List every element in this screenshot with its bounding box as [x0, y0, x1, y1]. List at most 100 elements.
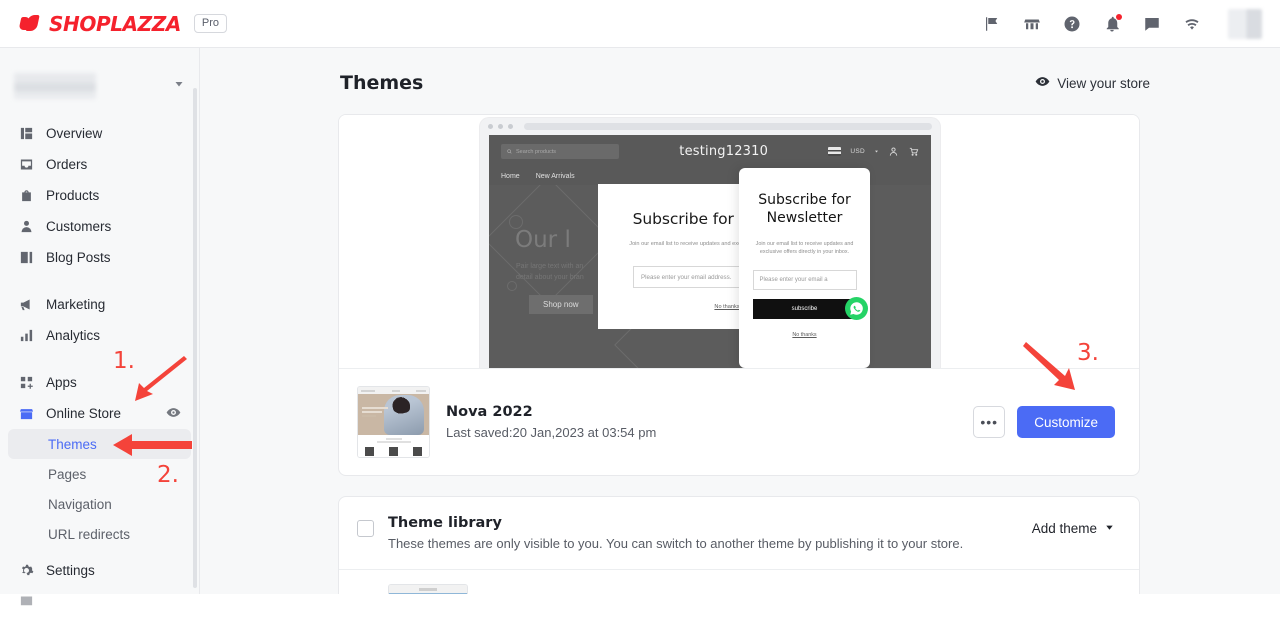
- theme-library-text: Theme library These themes are only visi…: [388, 515, 963, 551]
- sidebar-item-blog-posts[interactable]: Blog Posts: [8, 242, 191, 273]
- current-theme-row: Nova 2022 Last saved:20 Jan,2023 at 03:5…: [339, 368, 1139, 475]
- pro-badge: Pro: [193, 14, 228, 33]
- sidebar-item-apps[interactable]: Apps: [8, 367, 191, 398]
- sidebar-item-label: Customers: [46, 219, 112, 234]
- sidebar-item-label: Online Store: [46, 406, 122, 421]
- top-icon-group: [982, 8, 1280, 39]
- store-selector[interactable]: [14, 64, 185, 108]
- cart-flag-icon[interactable]: [982, 14, 1002, 34]
- storefront-header-right: USD: [828, 146, 919, 157]
- theme-row-actions: ••• Customize: [973, 406, 1115, 438]
- newsletter-subscribe-button-mobile: subscribe: [752, 297, 868, 320]
- sidebar-item-navigation[interactable]: Navigation: [8, 489, 191, 519]
- add-theme-label: Add theme: [1031, 521, 1097, 536]
- theme-thumbnail: [357, 386, 430, 458]
- storefront-search: Search products: [501, 144, 619, 159]
- hero-shop-now-button: Shop now: [529, 295, 593, 314]
- browser-chrome-bar: [480, 118, 940, 135]
- sidebar-item-label: Orders: [46, 157, 88, 172]
- sidebar-item-products[interactable]: Products: [8, 180, 191, 211]
- theme-library-header: Theme library These themes are only visi…: [339, 497, 1139, 569]
- hero-subtext-line1: Pair large text with an: [516, 263, 584, 270]
- sidebar-item-themes[interactable]: Themes: [8, 429, 191, 459]
- annotation-label-1: 1.: [113, 348, 135, 374]
- preview-eye-icon[interactable]: [166, 405, 181, 423]
- sidebar-item-marketing[interactable]: Marketing: [8, 289, 191, 320]
- wifi-icon[interactable]: [1182, 14, 1202, 34]
- brand-logo[interactable]: SHOPLAZZA Pro: [0, 11, 228, 36]
- nav-divider-gap: [8, 273, 191, 289]
- sidebar-scrollbar[interactable]: [193, 88, 197, 588]
- view-store-label: View your store: [1057, 75, 1150, 91]
- currency-label: USD: [850, 148, 865, 155]
- theme-library-row: Gossip Girl ••• Publish Customize: [339, 569, 1139, 594]
- thumb-header: [389, 585, 467, 593]
- sidebar-item-partial[interactable]: [8, 586, 191, 617]
- partial-icon: [18, 594, 34, 610]
- newsletter-email-input-mobile: Please enter your email a: [752, 270, 857, 290]
- newsletter-subtitle-line1: Join our email list to receive updates a…: [755, 241, 854, 247]
- sidebar-item-url-redirects[interactable]: URL redirects: [8, 519, 191, 549]
- store-icon[interactable]: [1022, 14, 1042, 34]
- megaphone-icon: [18, 297, 34, 313]
- cart-icon: [909, 147, 919, 156]
- sidebar-item-overview[interactable]: Overview: [8, 118, 191, 149]
- theme-name: Nova 2022: [446, 404, 533, 420]
- gear-icon: [18, 563, 34, 579]
- browser-dot-icon: [488, 124, 493, 129]
- logo-text: SHOPLAZZA: [49, 11, 181, 36]
- annotation-label-3: 3.: [1077, 340, 1099, 366]
- storefront-search-placeholder: Search products: [516, 148, 557, 155]
- bag-icon: [18, 188, 34, 204]
- sidebar-item-label: Marketing: [46, 297, 106, 312]
- sidebar-item-label: Overview: [46, 126, 103, 141]
- storefront-nav-item: New Arrivals: [535, 173, 575, 180]
- sidebar-item-label: Settings: [46, 563, 95, 578]
- thumb-hero: [358, 394, 429, 435]
- thumb-section: [358, 435, 429, 446]
- newsletter-subtitle-line2: exclusive offers directly in your inbox.: [759, 249, 850, 255]
- eye-icon: [1035, 74, 1050, 92]
- storefront-nav-item: Home: [501, 173, 520, 180]
- sidebar-item-label: Products: [46, 188, 100, 203]
- newsletter-dismiss-link-mobile: No thanks: [792, 332, 817, 338]
- sidebar-item-orders[interactable]: Orders: [8, 149, 191, 180]
- sidebar-item-online-store[interactable]: Online Store: [8, 398, 191, 429]
- current-theme-card: Search products testing12310 USD Home Ne…: [338, 114, 1140, 476]
- notification-dot: [1116, 13, 1122, 20]
- library-theme-thumbnail: [388, 584, 468, 594]
- browser-mockup: Search products testing12310 USD Home Ne…: [480, 118, 940, 368]
- sidebar-item-settings[interactable]: Settings: [8, 555, 191, 586]
- storefront-icon: [18, 406, 34, 422]
- bars-icon: [18, 328, 34, 344]
- theme-preview: Search products testing12310 USD Home Ne…: [339, 115, 1139, 368]
- page-header: Themes View your store: [200, 48, 1280, 94]
- newsletter-subtitle-mobile: Join our email list to receive updates a…: [753, 240, 857, 256]
- sidebar: Overview Orders Products Customers Blog …: [0, 48, 200, 606]
- theme-more-button[interactable]: •••: [973, 406, 1006, 438]
- browser-dot-icon: [498, 124, 503, 129]
- flag-icon: [828, 147, 842, 156]
- nav-divider-gap-2: [8, 351, 191, 367]
- browser-dot-icon: [508, 124, 513, 129]
- chevron-down-icon: [173, 77, 185, 95]
- sidebar-subitem-label: Pages: [48, 466, 87, 482]
- person-icon: [18, 219, 34, 235]
- view-your-store-link[interactable]: View your store: [1035, 74, 1150, 92]
- messages-icon[interactable]: [1142, 14, 1162, 34]
- thumb-model-photo: [384, 395, 424, 435]
- theme-library-checkbox[interactable]: [357, 520, 374, 537]
- newsletter-title-mobile: Subscribe for Newsletter: [758, 192, 851, 226]
- customize-button[interactable]: Customize: [1017, 406, 1115, 438]
- page-title: Themes: [340, 72, 424, 94]
- top-navigation-bar: SHOPLAZZA Pro: [0, 0, 1280, 48]
- chevron-down-icon: [1104, 521, 1115, 536]
- notifications-icon[interactable]: [1102, 13, 1122, 34]
- help-icon[interactable]: [1062, 14, 1082, 34]
- sidebar-item-customers[interactable]: Customers: [8, 211, 191, 242]
- theme-library-description: These themes are only visible to you. Yo…: [388, 536, 964, 551]
- avatar[interactable]: [1228, 8, 1262, 39]
- add-theme-dropdown[interactable]: Add theme: [1032, 521, 1115, 536]
- sidebar-item-analytics[interactable]: Analytics: [8, 320, 191, 351]
- store-name-redacted: [14, 73, 96, 99]
